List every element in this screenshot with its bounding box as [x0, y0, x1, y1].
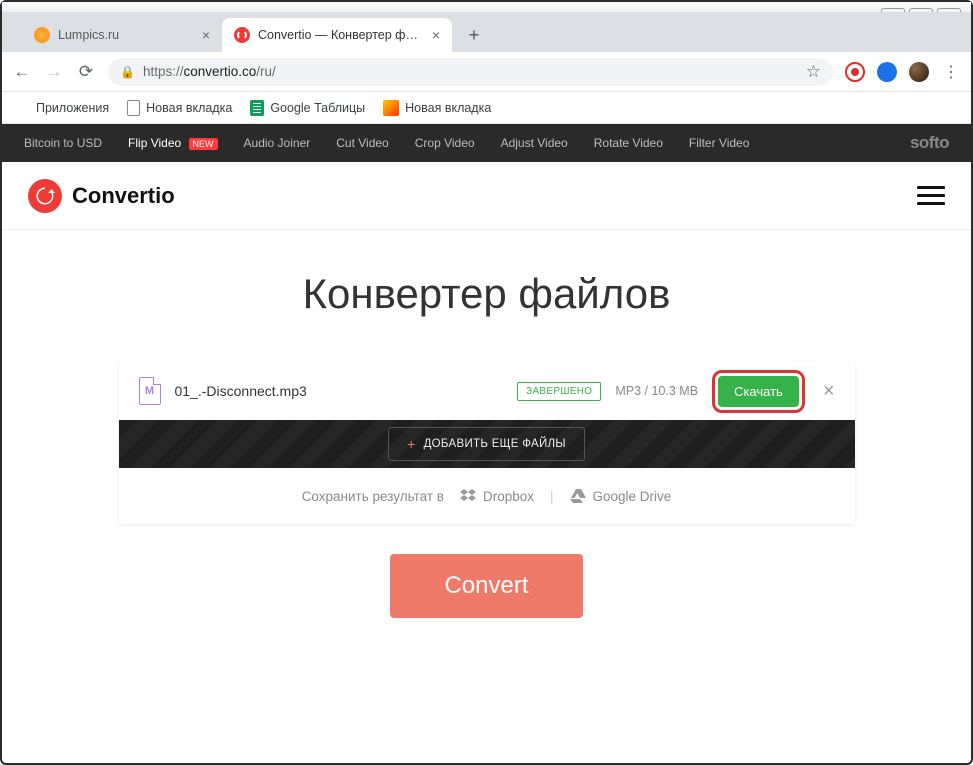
softo-link[interactable]: Filter Video [689, 136, 749, 150]
browser-tab-active[interactable]: Convertio — Конвертер файлов × [222, 18, 452, 52]
softo-link[interactable]: Flip Video NEW [128, 136, 218, 150]
status-badge: ЗАВЕРШЕНО [517, 382, 601, 401]
extension-globe-icon[interactable] [877, 62, 897, 82]
browser-menu-icon[interactable]: ⋮ [941, 62, 961, 82]
window-titlebar [2, 2, 971, 12]
nav-reload-icon[interactable]: ⟳ [76, 62, 96, 82]
bookmark-item[interactable]: Новая вкладка [127, 100, 232, 116]
page-icon [127, 100, 140, 116]
softo-link[interactable]: Rotate Video [594, 136, 663, 150]
convertio-logo-icon [28, 179, 62, 213]
page-title: Конвертер файлов [2, 270, 971, 318]
main-content: Конвертер файлов M 01_.-Disconnect.mp3 З… [2, 230, 971, 648]
bookmarks-bar: Приложения Новая вкладка Google Таблицы … [2, 92, 971, 124]
extension-icon[interactable] [845, 62, 865, 82]
softo-brand[interactable]: softo [910, 133, 949, 153]
download-button[interactable]: Скачать [718, 376, 799, 407]
browser-tabstrip: Lumpics.ru × Convertio — Конвертер файло… [2, 12, 971, 52]
sheets-icon [250, 100, 264, 116]
softo-link[interactable]: Bitcoin to USD [24, 136, 102, 150]
softo-link[interactable]: Cut Video [336, 136, 388, 150]
address-bar[interactable]: 🔒 https://convertio.co/ru/ ☆ [108, 58, 833, 86]
plus-icon: + [407, 436, 415, 452]
new-badge: NEW [189, 138, 218, 150]
yandex-icon [383, 100, 399, 116]
favicon-lumpics-icon [34, 27, 50, 43]
remove-file-icon[interactable]: × [823, 380, 835, 403]
profile-avatar[interactable] [909, 62, 929, 82]
nav-forward-icon[interactable]: → [44, 62, 64, 82]
save-destination-row: Сохранить результат в Dropbox | Google D… [119, 468, 855, 524]
add-more-files-button[interactable]: + ДОБАВИТЬ ЕЩЕ ФАЙЛЫ [388, 427, 585, 461]
logo-text: Convertio [72, 183, 175, 209]
bookmark-label: Новая вкладка [405, 101, 491, 115]
dropbox-icon [460, 489, 476, 503]
add-more-label: ДОБАВИТЬ ЕЩЕ ФАЙЛЫ [424, 438, 566, 450]
save-dropbox-button[interactable]: Dropbox [460, 489, 534, 504]
bookmark-label: Google Таблицы [270, 101, 365, 115]
softo-link[interactable]: Adjust Video [501, 136, 568, 150]
separator: | [550, 489, 554, 504]
save-gdrive-button[interactable]: Google Drive [570, 489, 672, 504]
bookmark-star-icon[interactable]: ☆ [806, 62, 821, 82]
download-highlight: Скачать [712, 370, 805, 413]
softo-link[interactable]: Crop Video [415, 136, 475, 150]
url-text: https://convertio.co/ru/ [143, 64, 276, 79]
add-more-row: + ДОБАВИТЬ ЕЩЕ ФАЙЛЫ [119, 420, 855, 468]
nav-back-icon[interactable]: ← [12, 62, 32, 82]
bookmark-item[interactable]: Новая вкладка [383, 100, 491, 116]
tab-close-icon[interactable]: × [202, 27, 210, 43]
site-header: Convertio [2, 162, 971, 230]
apps-grid-icon [14, 100, 30, 116]
file-name: 01_.-Disconnect.mp3 [175, 383, 307, 399]
file-meta: MP3 / 10.3 MB [615, 384, 698, 398]
softo-link[interactable]: Audio Joiner [244, 136, 311, 150]
bookmark-label: Новая вкладка [146, 101, 232, 115]
menu-hamburger-icon[interactable] [917, 186, 945, 205]
bookmark-item[interactable]: Google Таблицы [250, 100, 365, 116]
browser-tab-inactive[interactable]: Lumpics.ru × [22, 18, 222, 52]
tab-title: Convertio — Конвертер файлов [258, 28, 424, 42]
file-card: M 01_.-Disconnect.mp3 ЗАВЕРШЕНО MP3 / 10… [119, 362, 855, 524]
file-row: M 01_.-Disconnect.mp3 ЗАВЕРШЕНО MP3 / 10… [119, 362, 855, 420]
save-prefix: Сохранить результат в [302, 489, 444, 504]
tab-title: Lumpics.ru [58, 28, 194, 42]
new-tab-button[interactable]: + [460, 21, 488, 49]
convert-button[interactable]: Convert [390, 554, 582, 618]
google-drive-icon [570, 489, 586, 503]
file-type-icon: M [139, 377, 161, 405]
browser-toolbar: ← → ⟳ 🔒 https://convertio.co/ru/ ☆ ⋮ [2, 52, 971, 92]
bookmark-apps[interactable]: Приложения [14, 100, 109, 116]
bookmark-label: Приложения [36, 101, 109, 115]
tab-close-icon[interactable]: × [432, 27, 440, 43]
favicon-convertio-icon [234, 27, 250, 43]
lock-icon: 🔒 [120, 65, 135, 79]
softo-linkbar: Bitcoin to USD Flip Video NEW Audio Join… [2, 124, 971, 162]
site-logo[interactable]: Convertio [28, 179, 175, 213]
